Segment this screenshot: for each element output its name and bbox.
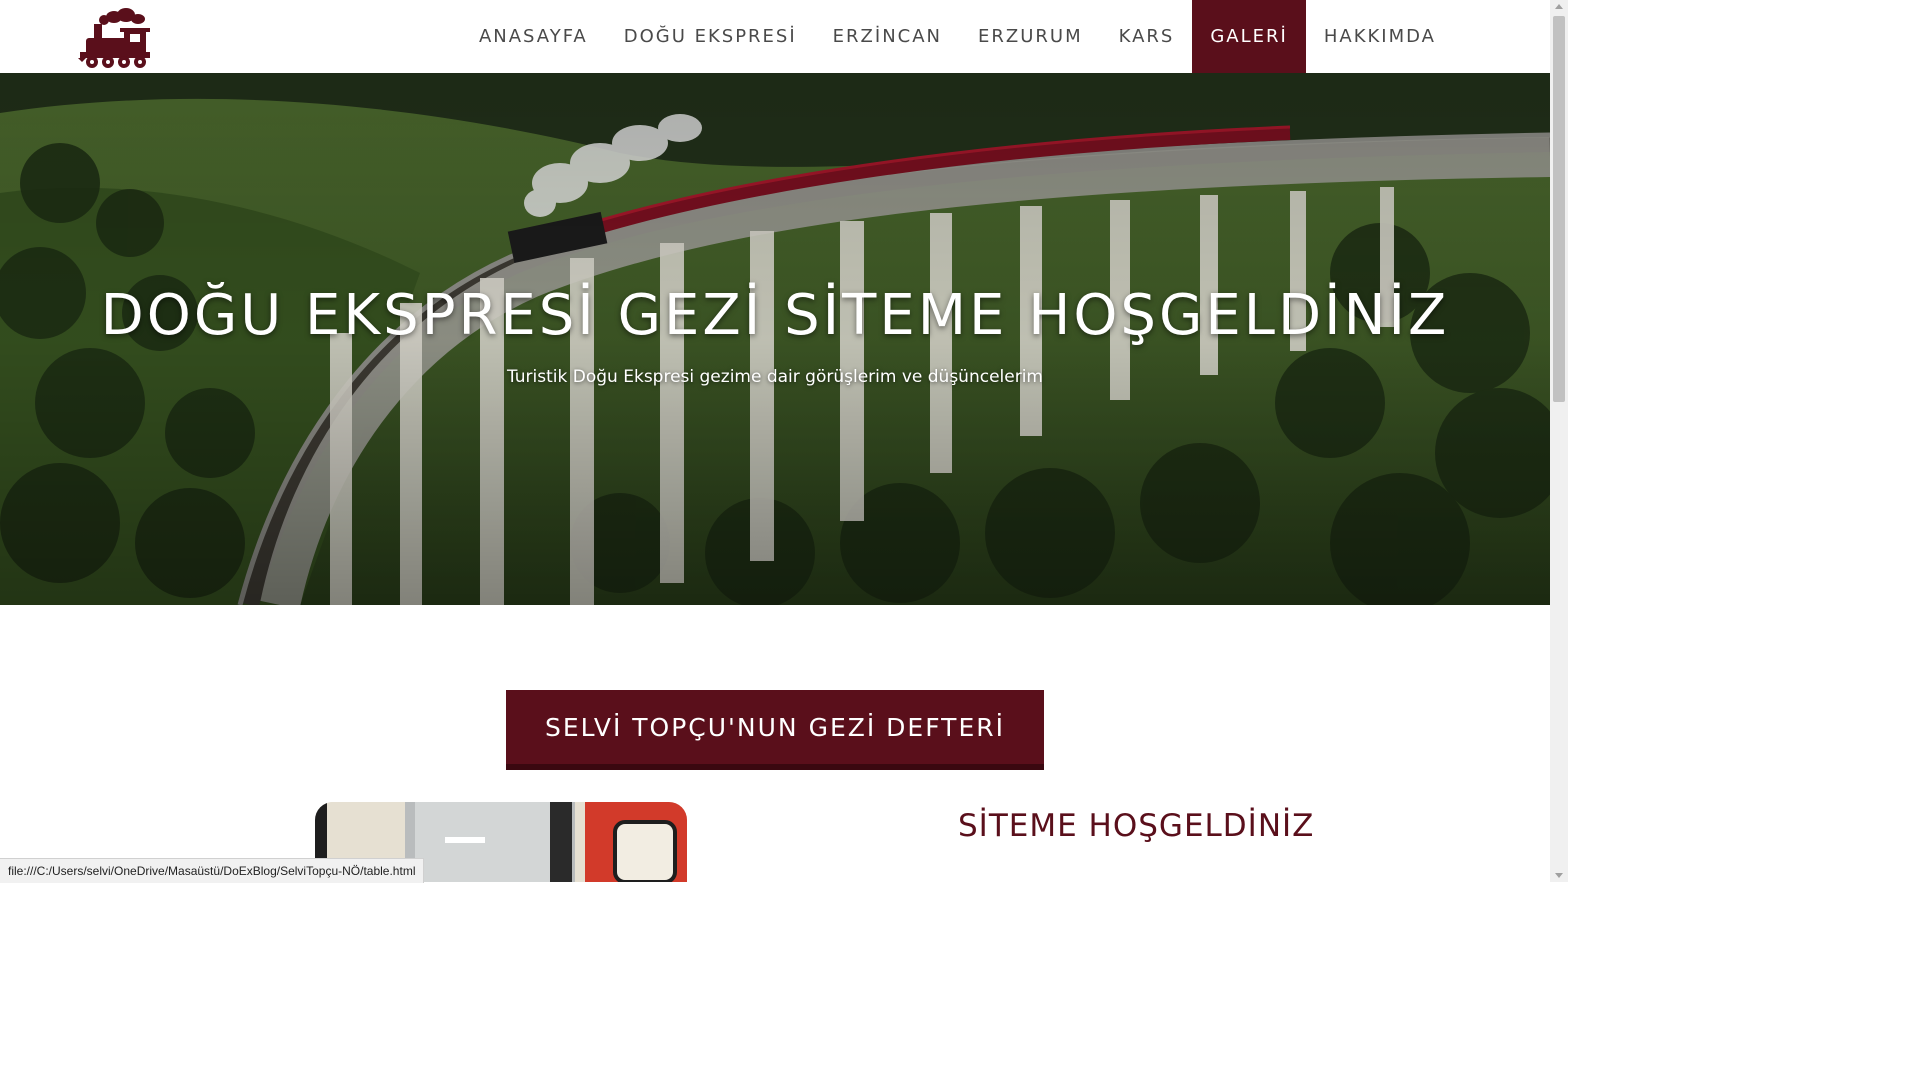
nav-item-dogu-ekspresi[interactable]: DOĞU EKSPRESİ	[606, 0, 815, 73]
nav-item-hakkimda[interactable]: HAKKIMDA	[1306, 0, 1454, 73]
nav-item-erzurum[interactable]: ERZURUM	[960, 0, 1101, 73]
scrollbar-thumb[interactable]	[1553, 16, 1565, 402]
top-navbar: ANASAYFA DOĞU EKSPRESİ ERZİNCAN ERZURUM …	[0, 0, 1550, 73]
scroll-down-icon[interactable]	[1555, 873, 1563, 878]
nav-item-erzincan[interactable]: ERZİNCAN	[815, 0, 960, 73]
status-bar-url: file:///C:/Users/selvi/OneDrive/Masaüstü…	[0, 858, 425, 883]
nav-menu: ANASAYFA DOĞU EKSPRESİ ERZİNCAN ERZURUM …	[461, 0, 1454, 73]
nav-item-kars[interactable]: KARS	[1101, 0, 1193, 73]
steam-train-icon[interactable]	[74, 4, 156, 70]
hero-subtitle: Turistik Doğu Ekspresi gezime dair görüş…	[506, 367, 1043, 387]
vertical-scrollbar[interactable]	[1550, 0, 1568, 882]
welcome-heading: SİTEME HOŞGELDİNİZ	[958, 808, 1315, 844]
hero-title: DOĞU EKSPRESİ GEZİ SİTEME HOŞGELDİNİZ	[100, 283, 1450, 348]
nav-item-anasayfa[interactable]: ANASAYFA	[461, 0, 606, 73]
hero-banner: DOĞU EKSPRESİ GEZİ SİTEME HOŞGELDİNİZ Tu…	[0, 73, 1550, 605]
section-title: SELVİ TOPÇU'NUN GEZİ DEFTERİ	[506, 690, 1044, 770]
nav-item-galeri[interactable]: GALERİ	[1192, 0, 1306, 73]
scroll-up-icon[interactable]	[1555, 4, 1563, 9]
